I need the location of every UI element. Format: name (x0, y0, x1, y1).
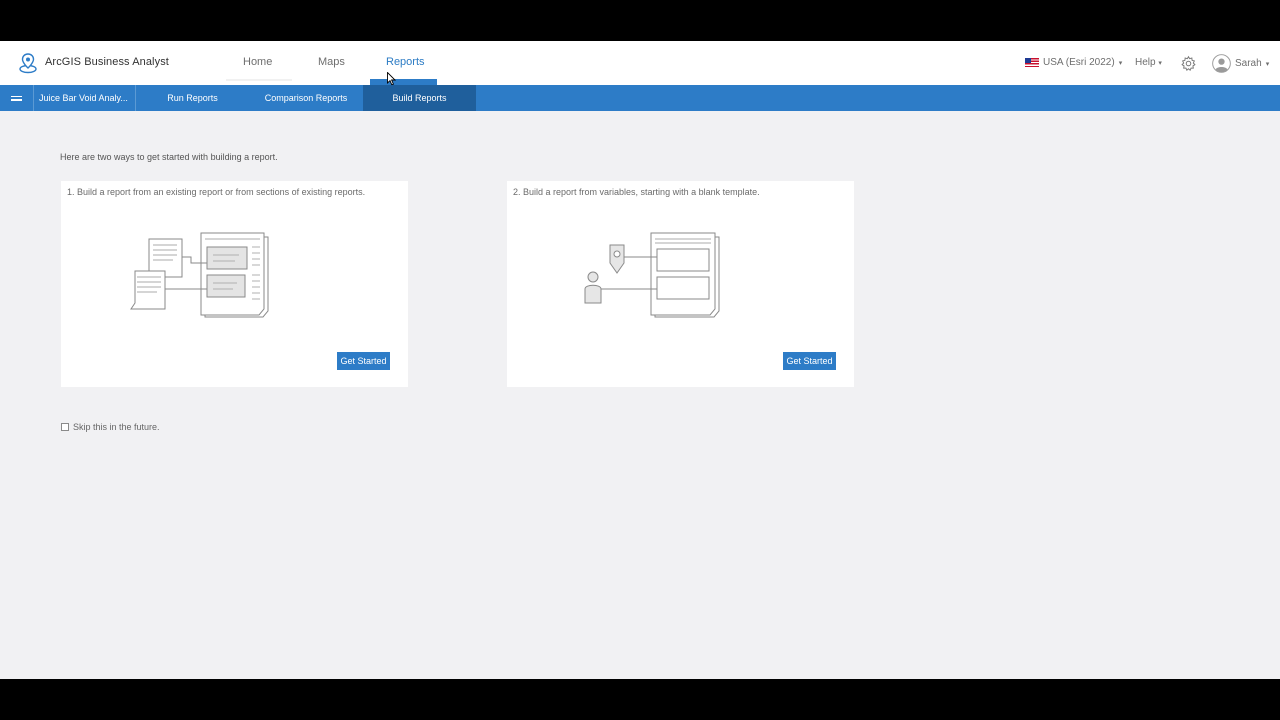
get-started-button-blank[interactable]: Get Started (783, 352, 836, 370)
card-title: 2. Build a report from variables, starti… (513, 187, 760, 197)
card-title: 1. Build a report from an existing repor… (67, 187, 366, 197)
user-name: Sarah (1235, 58, 1262, 69)
tab-comparison-reports[interactable]: Comparison Reports (249, 85, 363, 111)
skip-label: Skip this in the future. (73, 422, 160, 432)
chevron-down-icon: ▾ (1265, 60, 1270, 68)
tab-build-reports[interactable]: Build Reports (363, 85, 476, 111)
letterbox-top (0, 0, 1280, 41)
user-avatar-icon (1212, 54, 1231, 73)
nav-reports[interactable]: Reports (386, 56, 425, 68)
letterbox-bottom (0, 679, 1280, 720)
get-started-button-existing[interactable]: Get Started (337, 352, 390, 370)
user-menu[interactable]: Sarah ▾ (1212, 54, 1269, 73)
gear-icon[interactable] (1180, 55, 1197, 72)
app-header: ArcGIS Business Analyst Home Maps Report… (0, 41, 1280, 86)
project-selector[interactable]: Juice Bar Void Analy... (33, 85, 136, 111)
option-card-existing-report: 1. Build a report from an existing repor… (61, 181, 408, 387)
chevron-down-icon: ▾ (1118, 59, 1123, 67)
option-card-blank-template: 2. Build a report from variables, starti… (507, 181, 854, 387)
hamburger-menu-icon[interactable] (0, 85, 33, 111)
app-window: ArcGIS Business Analyst Home Maps Report… (0, 41, 1280, 679)
skip-option: Skip this in the future. (61, 422, 160, 432)
nav-home[interactable]: Home (243, 56, 272, 68)
existing-reports-illustration-icon (130, 232, 269, 318)
help-menu[interactable]: Help ▾ (1135, 57, 1162, 68)
us-flag-icon (1025, 58, 1039, 67)
country-selector[interactable]: USA (Esri 2022) ▾ (1025, 57, 1122, 68)
skip-checkbox[interactable] (61, 423, 69, 431)
blank-template-illustration-icon (584, 232, 720, 318)
location-pin-icon[interactable] (18, 52, 38, 74)
nav-maps[interactable]: Maps (318, 56, 345, 68)
mouse-pointer-icon (387, 72, 396, 86)
nav-home-hover-bar (226, 79, 292, 81)
country-label: USA (Esri 2022) (1043, 57, 1115, 68)
intro-text: Here are two ways to get started with bu… (60, 152, 278, 162)
chevron-down-icon: ▾ (1158, 60, 1162, 67)
report-tabbar: Juice Bar Void Analy... Run Reports Comp… (0, 85, 1280, 111)
tab-run-reports[interactable]: Run Reports (136, 85, 249, 111)
help-label: Help (1135, 57, 1156, 68)
app-title: ArcGIS Business Analyst (45, 56, 169, 68)
